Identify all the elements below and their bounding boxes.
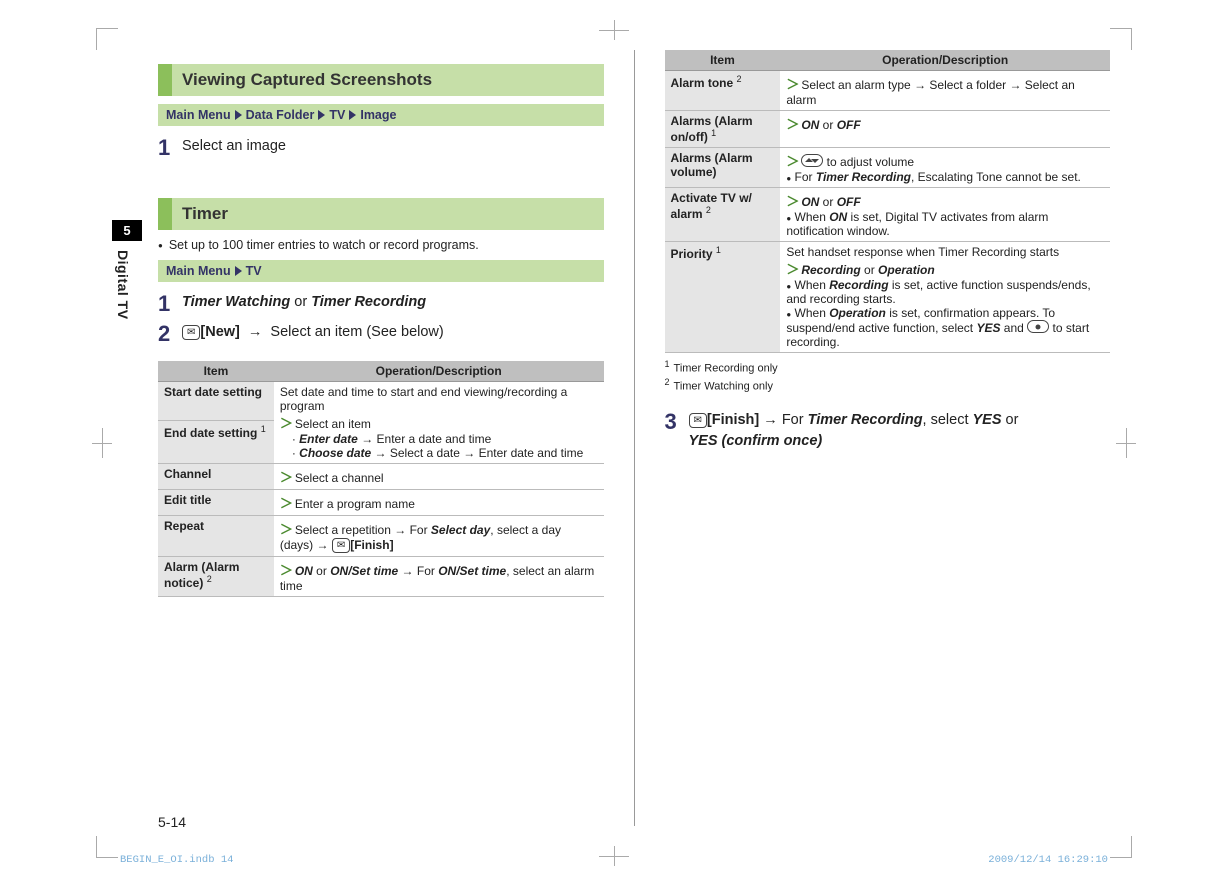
chevron-icon: ＞ (280, 522, 293, 537)
row-desc: ＞Select a repetition → For Select day, s… (274, 515, 604, 556)
section-title: Viewing Captured Screenshots (172, 64, 604, 96)
right-column: Item Operation/Description Alarm tone 2 … (665, 50, 1111, 826)
step-number: 1 (158, 136, 182, 160)
text-or: or (290, 294, 311, 310)
step-number: 3 (665, 410, 689, 451)
breadcrumb-seg: TV (246, 264, 262, 278)
footer-timestamp: 2009/12/14 16:29:10 (988, 854, 1108, 866)
breadcrumb-seg: Image (360, 108, 396, 122)
row-desc: Set date and time to start and end viewi… (274, 381, 604, 463)
option-watching: Timer Watching (182, 294, 290, 310)
crop-mark-tl (96, 28, 118, 50)
row-label-repeat: Repeat (158, 515, 274, 556)
breadcrumb-seg: Main Menu (166, 264, 231, 278)
crop-mark-bc (599, 846, 629, 866)
volume-key-icon (801, 154, 823, 167)
row-label-alarm-onoff: Alarms (Alarm on/off) 1 (665, 111, 781, 148)
options-table-2: Item Operation/Description Alarm tone 2 … (665, 50, 1111, 353)
row-label-priority: Priority 1 (665, 242, 781, 353)
row-label-alarm-volume: Alarms (Alarm volume) (665, 148, 781, 188)
crop-mark-tr (1110, 28, 1132, 50)
triangle-icon (235, 110, 242, 120)
step-number: 2 (158, 322, 182, 346)
chevron-icon: ＞ (786, 154, 799, 169)
step-2-new: 2 ✉[New] → Select an item (See below) (158, 322, 604, 346)
row-desc: ＞ON or ON/Set time → For ON/Set time, se… (274, 556, 604, 596)
chevron-icon: ＞ (786, 77, 799, 92)
row-label-channel: Channel (158, 463, 274, 489)
row-label-edit-title: Edit title (158, 489, 274, 515)
crop-mark-bl (96, 836, 118, 858)
table-header-operation: Operation/Description (780, 50, 1110, 71)
breadcrumb-seg: Data Folder (246, 108, 315, 122)
section-title: Timer (172, 198, 604, 230)
mail-key-icon: ✉ (689, 413, 707, 428)
crop-mark-br (1110, 836, 1132, 858)
chevron-icon: ＞ (280, 416, 293, 431)
arrow-icon: → (759, 412, 782, 428)
row-label-alarm-notice: Alarm (Alarm notice) 2 (158, 556, 274, 596)
table-header-operation: Operation/Description (274, 361, 604, 382)
triangle-icon (318, 110, 325, 120)
row-label-activate-tv: Activate TV w/ alarm 2 (665, 188, 781, 242)
step-number: 1 (158, 292, 182, 316)
key-label: [New] (200, 324, 239, 340)
intro-bullet: Set up to 100 timer entries to watch or … (158, 238, 604, 252)
page-number: 5-14 (158, 814, 186, 830)
chapter-label: Digital TV (115, 250, 131, 320)
triangle-icon (349, 110, 356, 120)
step-text: Select an item (See below) (266, 324, 443, 340)
step-1-select-image: 1 Select an image (158, 136, 604, 160)
breadcrumb-seg: Main Menu (166, 108, 231, 122)
chevron-icon: ＞ (280, 563, 293, 578)
chevron-icon: ＞ (280, 470, 293, 485)
step-text: Select an image (182, 136, 286, 160)
row-desc: ＞Enter a program name (274, 489, 604, 515)
row-label-end-date: End date setting 1 (158, 420, 274, 463)
breadcrumb-screenshots: Main Menu Data Folder TV Image (158, 104, 604, 126)
row-desc: ＞ON or OFF (780, 111, 1110, 148)
key-label: [Finish] (707, 412, 759, 428)
section-heading-screenshots: Viewing Captured Screenshots (158, 64, 604, 96)
row-desc: ＞Select a channel (274, 463, 604, 489)
breadcrumb-timer: Main Menu TV (158, 260, 604, 282)
chapter-tab: 5 (112, 220, 142, 241)
row-desc: ＞Select an alarm type → Select a folder … (780, 71, 1110, 111)
breadcrumb-seg: TV (329, 108, 345, 122)
footer-filename: BEGIN_E_OI.indb 14 (120, 854, 233, 866)
mail-key-icon: ✉ (332, 538, 350, 553)
row-label-alarm-tone: Alarm tone 2 (665, 71, 781, 111)
options-table-1: Item Operation/Description Start date se… (158, 361, 604, 597)
row-desc: ＞ON or OFF ● When ON is set, Digital TV … (780, 188, 1110, 242)
option-recording: Timer Recording (311, 294, 426, 310)
section-heading-timer: Timer (158, 198, 604, 230)
left-column: Viewing Captured Screenshots Main Menu Da… (158, 50, 604, 826)
chevron-icon: ＞ (280, 496, 293, 511)
chevron-icon: ＞ (786, 194, 799, 209)
arrow-icon: → (248, 324, 263, 340)
table-header-item: Item (158, 361, 274, 382)
column-divider (634, 50, 635, 826)
triangle-icon (235, 266, 242, 276)
step-1-timer: 1 Timer Watching or Timer Recording (158, 292, 604, 316)
table-header-item: Item (665, 50, 781, 71)
row-desc: Set handset response when Timer Recordin… (780, 242, 1110, 353)
crop-mark-rc (1116, 428, 1136, 458)
step-3-finish: 3 ✉[Finish] → For Timer Recording, selec… (665, 410, 1111, 451)
mail-key-icon: ✉ (182, 325, 200, 340)
center-key-icon (1027, 320, 1049, 333)
chevron-icon: ＞ (786, 262, 799, 277)
crop-mark-tc (599, 20, 629, 40)
row-label-start-date: Start date setting (158, 381, 274, 420)
footnotes: 1Timer Recording only 2Timer Watching on… (665, 359, 1111, 392)
crop-mark-lc (92, 428, 112, 458)
chevron-icon: ＞ (786, 117, 799, 132)
row-desc: ＞ to adjust volume ● For Timer Recording… (780, 148, 1110, 188)
